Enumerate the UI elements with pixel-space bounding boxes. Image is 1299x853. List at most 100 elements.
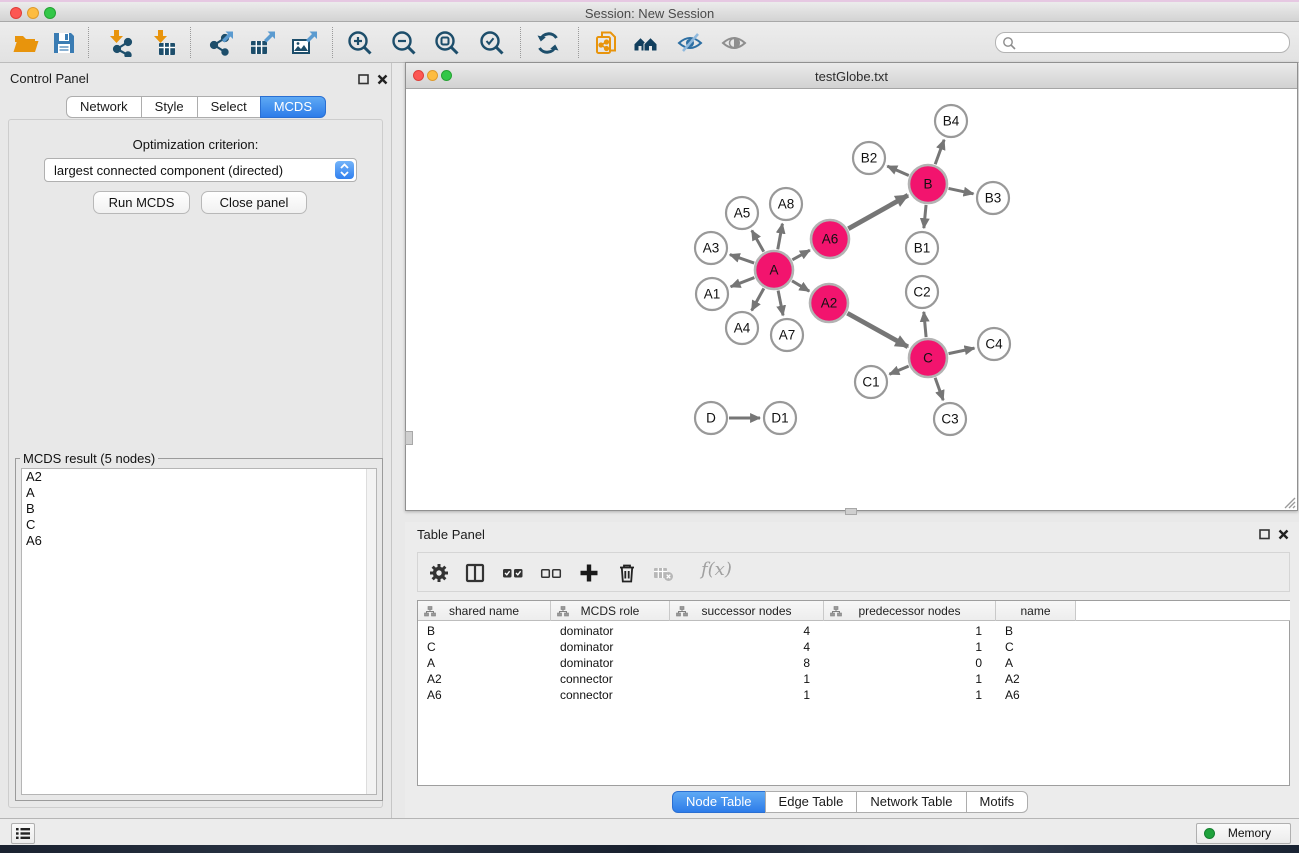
tab-node-table[interactable]: Node Table xyxy=(672,791,766,813)
optimization-select[interactable]: largest connected component (directed) xyxy=(44,158,357,182)
graph-node-B2[interactable]: B2 xyxy=(853,142,885,174)
task-history-button[interactable] xyxy=(11,823,35,844)
horizontal-scroll-thumb[interactable] xyxy=(845,508,857,515)
graph-node-C[interactable]: C xyxy=(909,339,947,377)
mcds-result-item[interactable]: A6 xyxy=(22,533,376,549)
graph-node-D[interactable]: D xyxy=(695,402,727,434)
add-column-icon[interactable] xyxy=(578,562,600,584)
column-header-predecessor-nodes[interactable]: predecessor nodes xyxy=(824,601,996,621)
edge-C-C4[interactable] xyxy=(949,348,975,353)
deselect-all-checkboxes-icon[interactable] xyxy=(540,562,562,584)
open-file-icon[interactable] xyxy=(12,29,40,57)
table-row[interactable]: Bdominator41B xyxy=(418,623,1291,639)
column-header-successor-nodes[interactable]: successor nodes xyxy=(670,601,824,621)
graph-node-C1[interactable]: C1 xyxy=(855,366,887,398)
float-table-panel-icon[interactable] xyxy=(1259,529,1270,540)
table-row[interactable]: A6connector11A6 xyxy=(418,687,1291,703)
column-header-mcds-role[interactable]: MCDS role xyxy=(551,601,670,621)
list-scrollbar[interactable] xyxy=(366,469,376,794)
run-mcds-button[interactable]: Run MCDS xyxy=(93,191,190,214)
close-panel-icon[interactable] xyxy=(377,74,388,85)
network-window-titlebar[interactable]: testGlobe.txt xyxy=(406,63,1297,89)
edge-A-A7[interactable] xyxy=(778,291,783,316)
export-network-icon[interactable] xyxy=(206,29,234,57)
table-row[interactable]: Cdominator41C xyxy=(418,639,1291,655)
graph-node-B3[interactable]: B3 xyxy=(977,182,1009,214)
close-panel-button[interactable]: Close panel xyxy=(201,191,307,214)
save-session-icon[interactable] xyxy=(50,29,78,57)
resize-grip-icon[interactable] xyxy=(1281,494,1296,509)
zoom-out-icon[interactable] xyxy=(390,29,418,57)
column-visibility-icon[interactable] xyxy=(464,562,486,584)
new-network-from-selection-icon[interactable] xyxy=(592,29,620,57)
graph-node-A4[interactable]: A4 xyxy=(726,312,758,344)
vertical-scroll-thumb[interactable] xyxy=(405,431,413,445)
import-table-icon[interactable] xyxy=(150,29,178,57)
graph-node-A5[interactable]: A5 xyxy=(726,197,758,229)
graph-node-A7[interactable]: A7 xyxy=(771,319,803,351)
delete-column-icon[interactable] xyxy=(616,562,638,584)
mcds-result-item[interactable]: B xyxy=(22,501,376,517)
edge-A-A5[interactable] xyxy=(752,230,764,251)
tab-select[interactable]: Select xyxy=(197,96,261,118)
zoom-in-icon[interactable] xyxy=(346,29,374,57)
tab-edge-table[interactable]: Edge Table xyxy=(765,791,858,813)
delete-table-icon[interactable] xyxy=(652,562,674,584)
settings-gear-icon[interactable] xyxy=(428,562,450,584)
edge-A-A4[interactable] xyxy=(752,288,764,310)
edge-B-B1[interactable] xyxy=(924,205,926,228)
edge-C-C2[interactable] xyxy=(924,312,926,337)
graph-node-A1[interactable]: A1 xyxy=(696,278,728,310)
export-table-icon[interactable] xyxy=(248,29,276,57)
graph-node-B4[interactable]: B4 xyxy=(935,105,967,137)
graph-node-C3[interactable]: C3 xyxy=(934,403,966,435)
mcds-result-item[interactable]: A2 xyxy=(22,469,376,485)
graph-node-C2[interactable]: C2 xyxy=(906,276,938,308)
graph-node-C4[interactable]: C4 xyxy=(978,328,1010,360)
column-header-shared-name[interactable]: shared name xyxy=(418,601,551,621)
edge-B-B2[interactable] xyxy=(887,166,908,175)
table-row[interactable]: A2connector11A2 xyxy=(418,671,1291,687)
edge-B-B3[interactable] xyxy=(949,188,974,193)
zoom-fit-icon[interactable] xyxy=(433,29,461,57)
edge-C-C3[interactable] xyxy=(935,378,943,400)
network-canvas[interactable]: B4 B2 B B3 A5 A8 A6 A3 B1 A A1 C2 A2 A4 A7 C4 C C1 C3 D D1 xyxy=(406,89,1297,510)
edge-B-B4[interactable] xyxy=(935,140,944,164)
graph-node-A8[interactable]: A8 xyxy=(770,188,802,220)
memory-button[interactable]: Memory xyxy=(1196,823,1291,844)
edge-C-C1[interactable] xyxy=(889,366,908,374)
zoom-selected-icon[interactable] xyxy=(478,29,506,57)
edge-A-A3[interactable] xyxy=(730,255,754,263)
mcds-result-item[interactable]: C xyxy=(22,517,376,533)
edge-A6-B[interactable] xyxy=(848,195,908,228)
show-all-icon[interactable] xyxy=(720,29,748,57)
float-panel-icon[interactable] xyxy=(358,74,369,85)
graph-node-A6[interactable]: A6 xyxy=(811,220,849,258)
function-builder-icon[interactable]: f(x) xyxy=(701,559,732,580)
edge-A-A6[interactable] xyxy=(792,250,810,260)
edge-A-A1[interactable] xyxy=(731,278,755,287)
search-input[interactable] xyxy=(1020,34,1282,51)
tab-network-table[interactable]: Network Table xyxy=(856,791,966,813)
table-row[interactable]: Adominator80A xyxy=(418,655,1291,671)
tab-style[interactable]: Style xyxy=(141,96,198,118)
graph-node-B[interactable]: B xyxy=(909,165,947,203)
column-header-name[interactable]: name xyxy=(996,601,1076,621)
tab-motifs[interactable]: Motifs xyxy=(966,791,1029,813)
graph-node-D1[interactable]: D1 xyxy=(764,402,796,434)
graph-node-B1[interactable]: B1 xyxy=(906,232,938,264)
mcds-result-item[interactable]: A xyxy=(22,485,376,501)
tab-network[interactable]: Network xyxy=(66,96,142,118)
hide-selected-icon[interactable] xyxy=(676,29,704,57)
graph-node-A2[interactable]: A2 xyxy=(810,284,848,322)
export-image-icon[interactable] xyxy=(290,29,318,57)
graph-node-A[interactable]: A xyxy=(755,251,793,289)
import-network-icon[interactable] xyxy=(106,29,134,57)
tab-mcds[interactable]: MCDS xyxy=(260,96,326,118)
edge-A2-C[interactable] xyxy=(847,313,908,347)
close-table-panel-icon[interactable] xyxy=(1278,529,1289,540)
edge-A-A2[interactable] xyxy=(792,281,809,291)
select-all-checkboxes-icon[interactable] xyxy=(502,562,524,584)
graph-node-A3[interactable]: A3 xyxy=(695,232,727,264)
first-neighbors-icon[interactable] xyxy=(632,29,660,57)
